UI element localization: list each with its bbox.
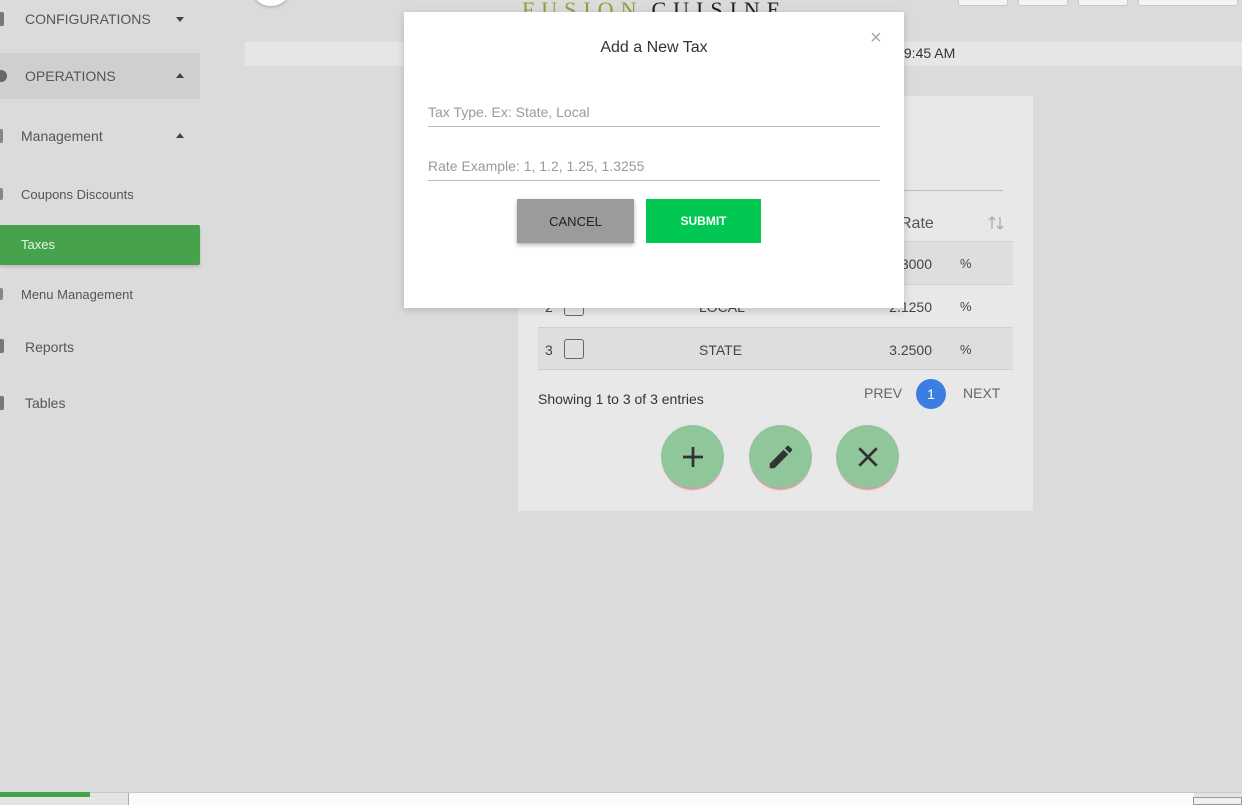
sidebar-item-management[interactable]: Management bbox=[0, 118, 200, 154]
pencil-icon bbox=[769, 445, 792, 468]
header-button-1[interactable] bbox=[958, 0, 1008, 6]
sidebar-item-label: Coupons Discounts bbox=[21, 187, 134, 202]
header-button-3[interactable] bbox=[1078, 0, 1128, 6]
header-button-2[interactable] bbox=[1018, 0, 1068, 6]
cancel-button[interactable]: CANCEL bbox=[517, 199, 634, 243]
edit-tax-button[interactable] bbox=[749, 425, 812, 488]
rate-cell: 3000 bbox=[900, 256, 932, 272]
sidebar-item-label: Management bbox=[21, 128, 103, 144]
close-icon bbox=[857, 446, 878, 467]
entries-info: Showing 1 to 3 of 3 entries bbox=[538, 391, 704, 407]
type-cell: STATE bbox=[699, 342, 743, 358]
sidebar-item-configurations[interactable]: CONFIGURATIONS bbox=[0, 0, 200, 38]
sidebar-item-coupons-discounts[interactable]: Coupons Discounts bbox=[0, 180, 200, 210]
sidebar-item-label: CONFIGURATIONS bbox=[25, 11, 151, 27]
rate-cell: 3.2500 bbox=[889, 342, 932, 358]
page-1-button[interactable]: 1 bbox=[916, 379, 946, 409]
reports-icon bbox=[0, 339, 4, 353]
row-number: 3 bbox=[545, 342, 553, 358]
add-tax-modal: Add a New Tax × CANCEL SUBMIT bbox=[404, 12, 904, 308]
unit-cell: % bbox=[960, 256, 972, 271]
unit-cell: % bbox=[960, 299, 972, 314]
header-button-4[interactable] bbox=[1138, 0, 1238, 6]
column-header-rate[interactable]: Rate bbox=[900, 215, 934, 233]
submit-button[interactable]: SUBMIT bbox=[646, 199, 761, 243]
add-tax-button[interactable] bbox=[661, 425, 724, 488]
sidebar-item-label: OPERATIONS bbox=[25, 68, 116, 84]
close-icon[interactable]: × bbox=[870, 28, 882, 48]
clock: :9:45 AM bbox=[900, 45, 956, 61]
next-page-button[interactable]: NEXT bbox=[963, 385, 1000, 401]
delete-tax-button[interactable] bbox=[836, 425, 899, 488]
sidebar: CONFIGURATIONS OPERATIONS Management Cou… bbox=[0, 0, 200, 805]
tax-type-input[interactable] bbox=[428, 97, 880, 127]
bottom-accent bbox=[0, 792, 90, 797]
plus-icon bbox=[682, 446, 703, 467]
operations-icon bbox=[0, 70, 7, 82]
coupons-icon bbox=[0, 188, 3, 200]
sidebar-item-operations[interactable]: OPERATIONS bbox=[0, 53, 200, 99]
table-row[interactable]: 3 STATE 3.2500 % bbox=[538, 327, 1013, 370]
bottom-button[interactable] bbox=[1193, 797, 1242, 805]
sidebar-item-menu-management[interactable]: Menu Management bbox=[0, 280, 200, 310]
sidebar-item-label: Reports bbox=[25, 339, 75, 355]
modal-title: Add a New Tax bbox=[600, 39, 708, 56]
menu-toggle-button[interactable] bbox=[252, 0, 290, 6]
sidebar-item-label: Tables bbox=[25, 395, 66, 411]
unit-cell: % bbox=[960, 342, 972, 357]
bottom-panel bbox=[128, 793, 1194, 805]
row-checkbox[interactable] bbox=[564, 339, 584, 359]
chevron-up-icon bbox=[176, 133, 184, 138]
configurations-icon bbox=[0, 12, 4, 26]
tables-icon bbox=[0, 396, 4, 410]
sidebar-item-tables[interactable]: Tables bbox=[0, 388, 200, 418]
prev-page-button[interactable]: PREV bbox=[864, 385, 902, 401]
chevron-down-icon bbox=[176, 17, 184, 22]
sidebar-item-taxes[interactable]: Taxes bbox=[0, 225, 200, 265]
menu-icon bbox=[0, 288, 3, 300]
sort-icon[interactable] bbox=[987, 214, 1005, 232]
sidebar-item-reports[interactable]: Reports bbox=[0, 332, 200, 362]
chevron-up-icon bbox=[176, 73, 184, 78]
sidebar-item-label: Menu Management bbox=[21, 287, 134, 302]
management-icon bbox=[0, 129, 3, 143]
rate-input[interactable] bbox=[428, 151, 880, 181]
sidebar-item-label: Taxes bbox=[21, 237, 55, 252]
